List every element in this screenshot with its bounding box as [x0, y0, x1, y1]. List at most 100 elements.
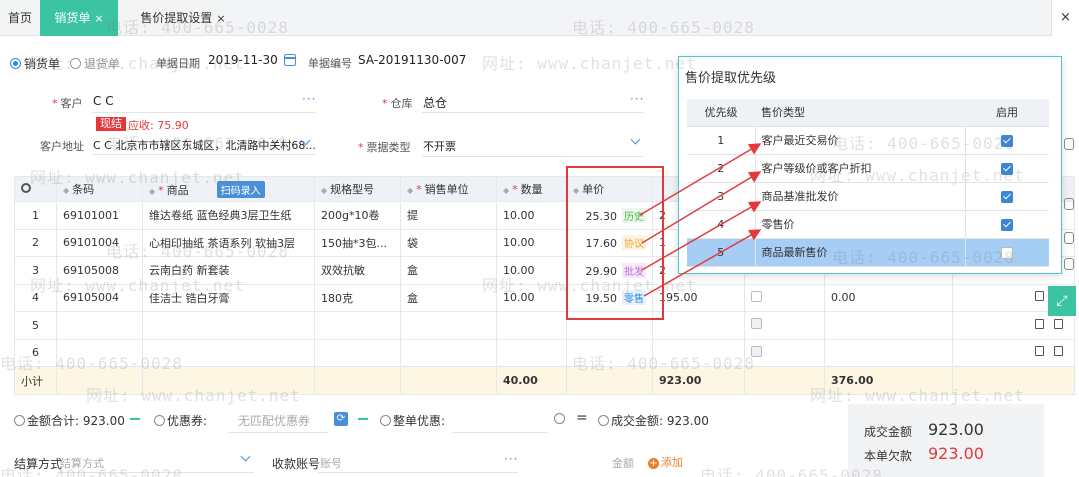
checkbox-unchecked-icon[interactable]	[1001, 246, 1014, 259]
barcode-cell[interactable]	[56, 338, 143, 367]
header-product[interactable]: ◆ * 商品 扫码录入	[142, 176, 315, 202]
table-row[interactable]: 6	[14, 338, 1075, 367]
calendar-icon[interactable]	[284, 54, 296, 66]
barcode-cell[interactable]: 69101001	[56, 201, 143, 230]
barcode-cell[interactable]: 69101004	[56, 228, 143, 257]
warehouse-more-icon[interactable]: ···	[630, 92, 644, 106]
col10-cell[interactable]: 0.00	[824, 283, 953, 312]
qty-cell[interactable]: 10.00	[496, 201, 567, 230]
table-row[interactable]: 5	[14, 311, 1075, 340]
tab-price-settings[interactable]: 售价提取设置 ×	[124, 0, 242, 36]
barcode-cell[interactable]: 69105008	[56, 256, 143, 285]
product-cell[interactable]: 云南白药 新套装	[142, 256, 315, 285]
header-unit[interactable]: ◆ * 销售单位	[400, 176, 497, 202]
settle-select[interactable]: 结算方式	[60, 455, 104, 471]
checkbox-checked-icon[interactable]	[1001, 162, 1014, 175]
priority-row[interactable]: 1 客户最近交易价	[687, 126, 1049, 155]
coupon-input[interactable]: 无匹配优惠券	[238, 412, 310, 429]
priority-row[interactable]: 3 商品基准批发价	[687, 182, 1049, 211]
customer-more-icon[interactable]: ···	[302, 92, 316, 106]
col9-cell[interactable]	[744, 338, 825, 367]
checkbox-checked-icon[interactable]	[1001, 190, 1014, 203]
enabled-cell[interactable]	[964, 210, 1049, 239]
expand-icon[interactable]: ⤢	[1048, 286, 1076, 316]
customer-input[interactable]: C C	[93, 94, 114, 108]
col10-cell[interactable]	[824, 311, 953, 340]
order-type-radio-group: 销货单 退货单	[10, 52, 120, 74]
side-tool-icon[interactable]	[1064, 198, 1074, 210]
col8-cell[interactable]: 195.00	[652, 283, 745, 312]
enabled-cell[interactable]	[964, 238, 1049, 267]
discount-icon	[380, 415, 391, 426]
header-qty[interactable]: ◆ * 数量	[496, 176, 567, 202]
help-icon[interactable]	[554, 412, 567, 426]
gear-icon[interactable]	[21, 182, 31, 193]
copy-icon[interactable]	[1054, 318, 1063, 329]
header-spec[interactable]: ◆ 规格型号	[314, 176, 401, 202]
priority-row-selected[interactable]: 5 商品最新售价	[687, 238, 1049, 267]
delete-icon[interactable]	[1035, 291, 1044, 302]
checkbox-checked-icon[interactable]	[1001, 134, 1014, 147]
refresh-icon[interactable]: ⟳	[334, 412, 348, 426]
unit-cell[interactable]: 袋	[400, 228, 497, 257]
enabled-cell[interactable]	[964, 126, 1049, 155]
scan-entry-button[interactable]: 扫码录入	[216, 180, 265, 198]
side-tool-icon[interactable]	[1064, 232, 1074, 244]
product-cell[interactable]: 维达卷纸 蓝色经典3层卫生纸	[142, 201, 315, 230]
col9-cell[interactable]	[744, 283, 825, 312]
close-icon[interactable]: ×	[216, 12, 225, 25]
chevron-down-icon[interactable]	[630, 134, 641, 145]
col8-cell[interactable]	[652, 311, 745, 340]
col8-cell[interactable]	[652, 338, 745, 367]
checkbox-checked-icon[interactable]	[1001, 218, 1014, 231]
product-cell[interactable]: 心相印抽纸 茶语系列 软抽3层	[142, 228, 315, 257]
enabled-cell[interactable]	[964, 154, 1049, 183]
checkbox[interactable]	[751, 290, 762, 302]
checkbox[interactable]	[751, 318, 762, 330]
side-tool-icon[interactable]	[1064, 138, 1074, 150]
address-input[interactable]: C C 北京市市辖区东城区，北清路中关村68...	[93, 137, 316, 153]
delete-icon[interactable]	[1035, 346, 1044, 357]
product-cell[interactable]: 佳洁士 锆白牙膏	[142, 283, 315, 312]
header-barcode[interactable]: ◆ 条码	[56, 176, 143, 202]
barcode-cell[interactable]	[56, 311, 143, 340]
unit-cell[interactable]	[400, 311, 497, 340]
unit-cell[interactable]: 提	[400, 201, 497, 230]
warehouse-input[interactable]: 总仓	[423, 94, 447, 111]
unit-cell[interactable]: 盒	[400, 256, 497, 285]
priority-row[interactable]: 4 零售价	[687, 210, 1049, 239]
account-more-icon[interactable]: ···	[504, 452, 518, 466]
qty-cell[interactable]: 10.00	[496, 256, 567, 285]
tab-home[interactable]: 首页	[0, 0, 40, 36]
side-tool-icon[interactable]	[1064, 258, 1074, 270]
unit-cell[interactable]	[400, 338, 497, 367]
copy-icon[interactable]	[1054, 346, 1063, 357]
radio-return-order[interactable]: 退货单	[70, 55, 120, 72]
col9-cell[interactable]	[744, 311, 825, 340]
col10-cell[interactable]	[824, 338, 953, 367]
qty-cell[interactable]	[496, 311, 567, 340]
close-icon[interactable]: ×	[94, 12, 103, 25]
column-settings-header[interactable]	[14, 176, 57, 202]
qty-cell[interactable]: 10.00	[496, 283, 567, 312]
unit-cell[interactable]: 盒	[400, 283, 497, 312]
invoice-select[interactable]: 不开票	[423, 138, 456, 154]
qty-cell[interactable]	[496, 338, 567, 367]
radio-sales-order[interactable]: 销货单	[10, 55, 60, 72]
barcode-cell[interactable]: 69105004	[56, 283, 143, 312]
account-input[interactable]: 账号	[320, 455, 342, 471]
product-cell[interactable]	[142, 338, 315, 367]
product-cell[interactable]	[142, 311, 315, 340]
priority-row[interactable]: 2 客户等级价或客户折扣	[687, 154, 1049, 183]
window-close-icon[interactable]: ×	[1051, 0, 1079, 36]
price-cell[interactable]	[566, 338, 653, 367]
add-payment-button[interactable]: + 添加	[648, 454, 683, 470]
date-input[interactable]: 2019-11-30	[208, 53, 278, 67]
tab-sales-order[interactable]: 销货单 ×	[40, 0, 118, 36]
table-row[interactable]: 4 69105004 佳洁士 锆白牙膏 180克 盒 10.00 19.50 零售…	[14, 283, 1075, 312]
enabled-cell[interactable]	[964, 182, 1049, 211]
delete-icon[interactable]	[1035, 318, 1044, 329]
checkbox[interactable]	[751, 345, 762, 357]
qty-cell[interactable]: 10.00	[496, 228, 567, 257]
chevron-down-icon[interactable]	[240, 451, 251, 462]
